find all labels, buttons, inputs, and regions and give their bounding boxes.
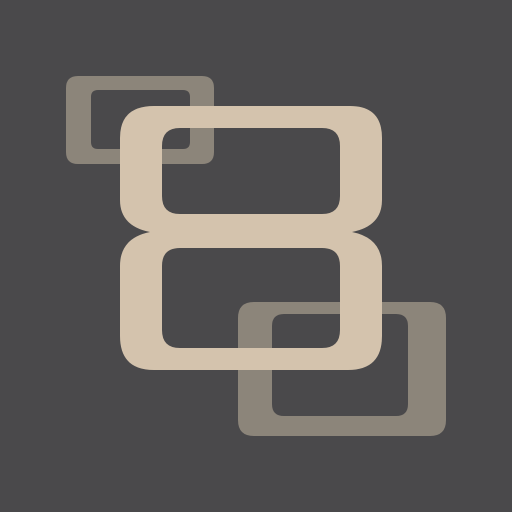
logo-graphic bbox=[0, 0, 512, 512]
app-icon bbox=[0, 0, 512, 512]
